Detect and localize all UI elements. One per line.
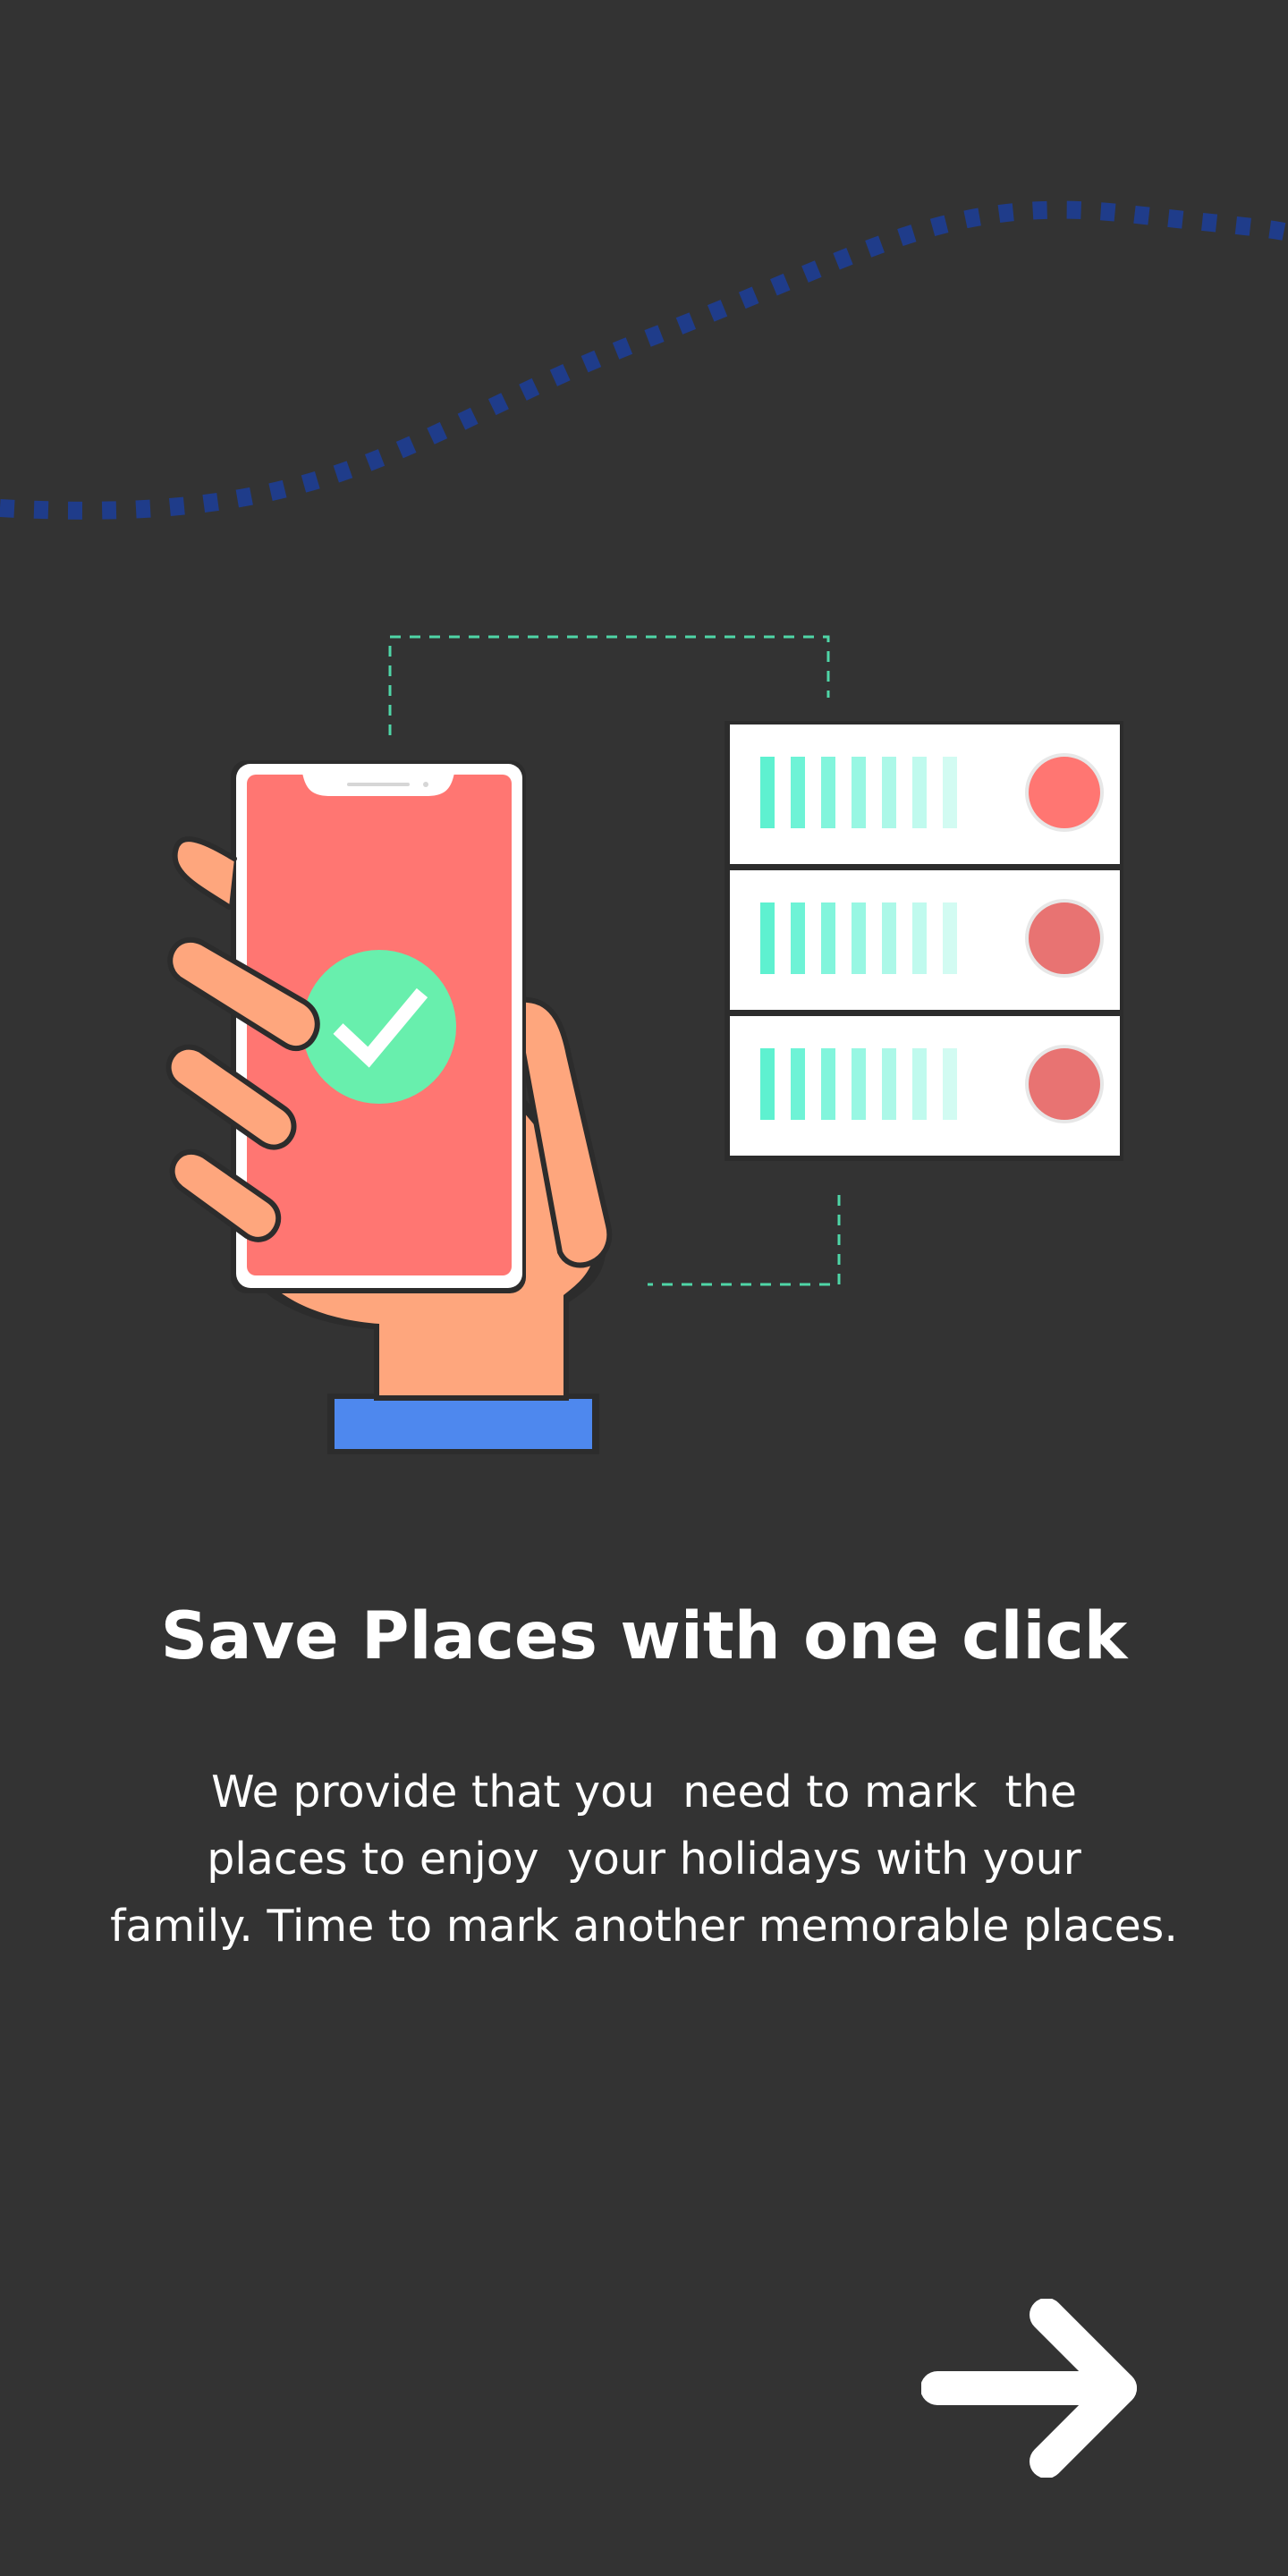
checkmark-icon <box>302 950 456 1104</box>
onboarding-title: Save Places with one click <box>160 1598 1128 1674</box>
dashed-link-bottom <box>648 1195 841 1286</box>
dashed-link-top <box>388 635 830 735</box>
server-unit <box>730 1016 1120 1156</box>
description-line: family. Time to mark another memorable p… <box>110 1901 1178 1952</box>
onboarding-screen: Save Places with one click We provide th… <box>0 0 1288 2576</box>
decorative-dotted-wave <box>0 200 1288 520</box>
description-line: We provide that you need to mark the <box>211 1767 1077 1818</box>
next-button[interactable] <box>921 2299 1154 2478</box>
onboarding-description: We provide that you need to mark the pla… <box>107 1758 1181 1960</box>
phone-server-illustration <box>165 635 1123 1454</box>
description-line: places to enjoy your holidays with your <box>207 1834 1081 1885</box>
arrow-right-icon <box>921 2299 1137 2478</box>
server-rack-icon <box>724 721 1123 1161</box>
server-unit <box>730 724 1120 864</box>
hand-holding-phone-icon <box>165 760 613 1454</box>
server-unit <box>730 870 1120 1010</box>
